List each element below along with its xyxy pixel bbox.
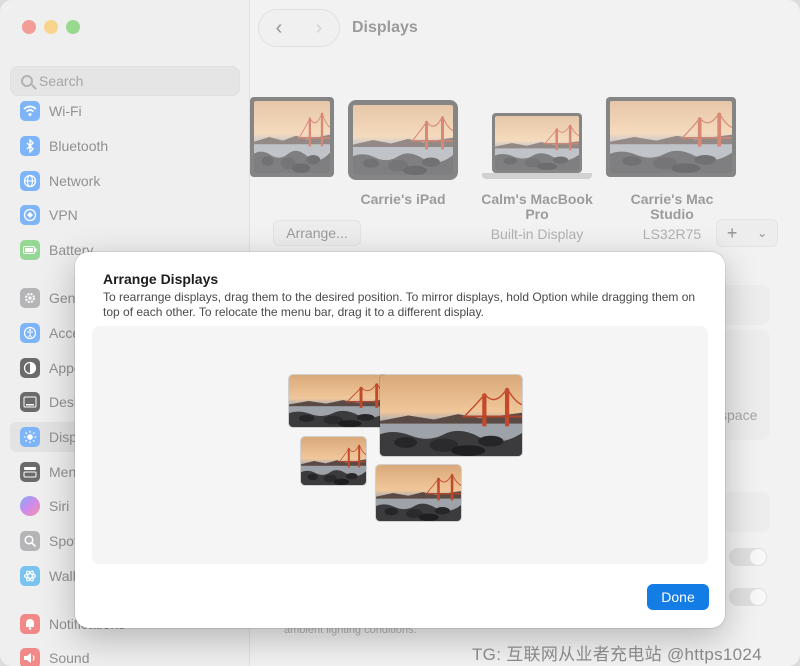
arrange-display-other[interactable] [376, 465, 461, 521]
arrange-displays-dialog: Arrange Displays To rearrange displays, … [75, 252, 725, 628]
done-button[interactable]: Done [647, 584, 709, 610]
arrange-display-ipad[interactable] [289, 375, 387, 427]
arrangement-canvas [92, 326, 708, 564]
arrange-display-studio[interactable] [380, 375, 522, 456]
dialog-description: To rearrange displays, drag them to the … [103, 290, 696, 319]
watermark-text: TG: 互联网从业者充电站 @https1024 [472, 645, 762, 664]
system-settings-window: Wi-Fi Bluetooth Network VPN Battery [0, 0, 800, 666]
dialog-title: Arrange Displays [103, 271, 219, 287]
arrange-display-macbook[interactable] [301, 437, 366, 485]
